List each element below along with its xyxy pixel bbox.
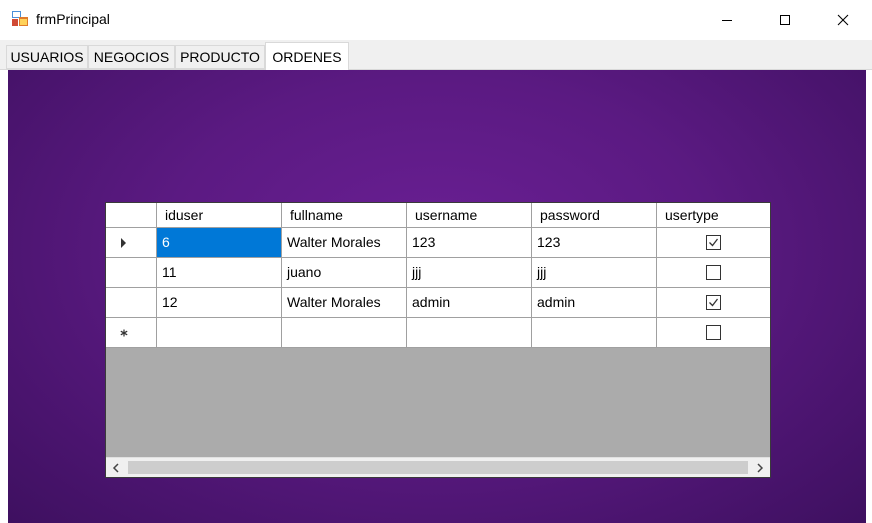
grid-corner-header[interactable]	[106, 203, 157, 228]
row-header[interactable]	[106, 288, 157, 318]
column-header-username[interactable]: username	[407, 203, 532, 228]
row-header-new[interactable]	[106, 318, 157, 348]
tab-usuarios[interactable]: USUARIOS	[6, 45, 88, 69]
usertype-checkbox[interactable]	[706, 325, 721, 340]
cell-usertype[interactable]	[657, 228, 770, 258]
maximize-button[interactable]	[756, 0, 814, 40]
column-header-fullname[interactable]: fullname	[282, 203, 407, 228]
new-row-asterisk-icon	[120, 329, 128, 336]
tab-negocios[interactable]: NEGOCIOS	[88, 45, 175, 69]
scroll-left-button[interactable]	[106, 458, 126, 477]
new-cell-fullname[interactable]	[282, 318, 407, 348]
new-cell-usertype[interactable]	[657, 318, 770, 348]
row-header[interactable]	[106, 228, 157, 258]
cell-username[interactable]: admin	[407, 288, 532, 318]
current-row-arrow-icon	[121, 237, 126, 248]
column-header-usertype[interactable]: usertype	[657, 203, 770, 228]
column-header-iduser[interactable]: iduser	[157, 203, 282, 228]
minimize-button[interactable]	[698, 0, 756, 40]
cell-password[interactable]: admin	[532, 288, 657, 318]
cell-password[interactable]: 123	[532, 228, 657, 258]
new-cell-username[interactable]	[407, 318, 532, 348]
new-cell-password[interactable]	[532, 318, 657, 348]
close-icon	[837, 14, 849, 26]
cell-usertype[interactable]	[657, 288, 770, 318]
scroll-right-icon	[757, 462, 764, 473]
cell-fullname[interactable]: juano	[282, 258, 407, 288]
row-header[interactable]	[106, 258, 157, 288]
close-button[interactable]	[814, 0, 872, 40]
cell-fullname[interactable]: Walter Morales	[282, 288, 407, 318]
cell-iduser[interactable]: 6	[157, 228, 282, 258]
maximize-icon	[780, 15, 790, 25]
cell-username[interactable]: jjj	[407, 258, 532, 288]
cell-iduser[interactable]: 12	[157, 288, 282, 318]
usertype-checkbox[interactable]	[706, 265, 721, 280]
checkmark-icon	[709, 238, 719, 247]
minimize-icon	[722, 20, 732, 21]
scroll-left-icon	[112, 462, 119, 473]
scroll-right-button[interactable]	[750, 458, 770, 477]
cell-username[interactable]: 123	[407, 228, 532, 258]
scroll-thumb[interactable]	[128, 461, 748, 474]
cell-usertype[interactable]	[657, 258, 770, 288]
tab-ordenes[interactable]: ORDENES	[265, 42, 349, 70]
users-data-grid[interactable]: iduser fullname username password userty…	[105, 202, 771, 478]
app-icon	[12, 11, 28, 26]
cell-password[interactable]: jjj	[532, 258, 657, 288]
new-cell-iduser[interactable]	[157, 318, 282, 348]
usertype-checkbox[interactable]	[706, 295, 721, 310]
cell-fullname[interactable]: Walter Morales	[282, 228, 407, 258]
cell-iduser[interactable]: 11	[157, 258, 282, 288]
checkmark-icon	[709, 298, 719, 307]
title-bar[interactable]: frmPrincipal	[0, 0, 872, 40]
usertype-checkbox[interactable]	[706, 235, 721, 250]
tab-producto[interactable]: PRODUCTO	[175, 45, 265, 69]
horizontal-scrollbar[interactable]	[106, 457, 770, 477]
window-title: frmPrincipal	[36, 11, 110, 27]
column-header-password[interactable]: password	[532, 203, 657, 228]
